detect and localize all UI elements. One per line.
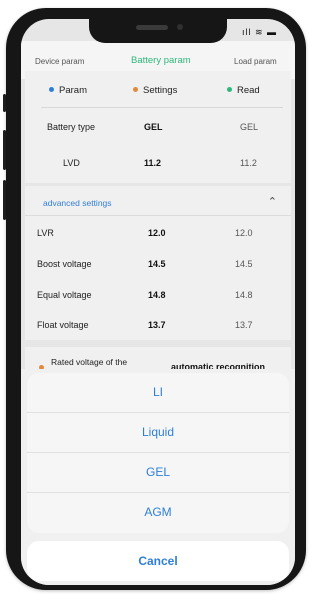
speaker	[136, 25, 168, 30]
battery-type-setting[interactable]: GEL	[144, 122, 163, 132]
chevron-up-double-icon[interactable]: ⌃	[268, 195, 277, 208]
battery-type-action-sheet: LI Liquid GEL AGM	[27, 373, 289, 533]
lvr-setting[interactable]: 12.0	[148, 228, 166, 238]
notch	[89, 19, 227, 43]
volume-down-button	[3, 180, 6, 220]
option-liquid[interactable]: Liquid	[27, 413, 289, 453]
divider	[25, 215, 291, 216]
option-agm[interactable]: AGM	[27, 493, 289, 532]
param-dot-icon	[49, 87, 54, 92]
lvr-label: LVR	[37, 228, 54, 238]
float-voltage-read: 13.7	[235, 320, 253, 330]
boost-voltage-read: 14.5	[235, 259, 253, 269]
phone-screen: ıll ≋ ▬ Device param Battery param Load …	[21, 19, 295, 585]
advanced-settings-card: advanced settings ⌃ LVR 12.0 12.0 Boost …	[25, 186, 291, 340]
cancel-button[interactable]: Cancel	[27, 541, 289, 581]
legend-settings: Settings	[133, 85, 177, 96]
legend-read: Read	[227, 85, 260, 96]
tab-device-param[interactable]: Device param	[35, 57, 84, 66]
tab-load-param[interactable]: Load param	[234, 57, 277, 66]
legend-param: Param	[49, 85, 87, 96]
settings-dot-icon	[133, 87, 138, 92]
tab-battery-param[interactable]: Battery param	[131, 55, 191, 66]
lvr-read: 12.0	[235, 228, 253, 238]
option-li[interactable]: LI	[27, 373, 289, 413]
equal-voltage-setting[interactable]: 14.8	[148, 290, 166, 300]
legend-read-label: Read	[237, 85, 260, 96]
lvd-label: LVD	[63, 158, 80, 168]
basic-param-card: Param Settings Read Battery type GEL GEL…	[25, 71, 291, 183]
status-icons: ıll ≋ ▬	[241, 27, 277, 37]
battery-type-read: GEL	[240, 122, 259, 132]
legend-param-label: Param	[59, 85, 87, 96]
float-voltage-setting[interactable]: 13.7	[148, 320, 166, 330]
legend-row: Param Settings Read	[25, 71, 295, 107]
volume-up-button	[3, 130, 6, 170]
mute-switch	[3, 94, 6, 112]
read-dot-icon	[227, 87, 232, 92]
boost-voltage-setting[interactable]: 14.5	[148, 259, 166, 269]
float-voltage-label: Float voltage	[37, 320, 89, 330]
equal-voltage-read: 14.8	[235, 290, 253, 300]
divider	[41, 107, 283, 108]
battery-type-label: Battery type	[47, 122, 96, 132]
equal-voltage-label: Equal voltage	[37, 290, 92, 300]
camera	[177, 24, 183, 30]
lvd-setting[interactable]: 11.2	[144, 158, 161, 168]
advanced-settings-title[interactable]: advanced settings	[43, 198, 112, 208]
lvd-read: 11.2	[240, 158, 257, 168]
option-gel[interactable]: GEL	[27, 453, 289, 493]
boost-voltage-label: Boost voltage	[37, 259, 92, 269]
legend-settings-label: Settings	[143, 85, 178, 96]
